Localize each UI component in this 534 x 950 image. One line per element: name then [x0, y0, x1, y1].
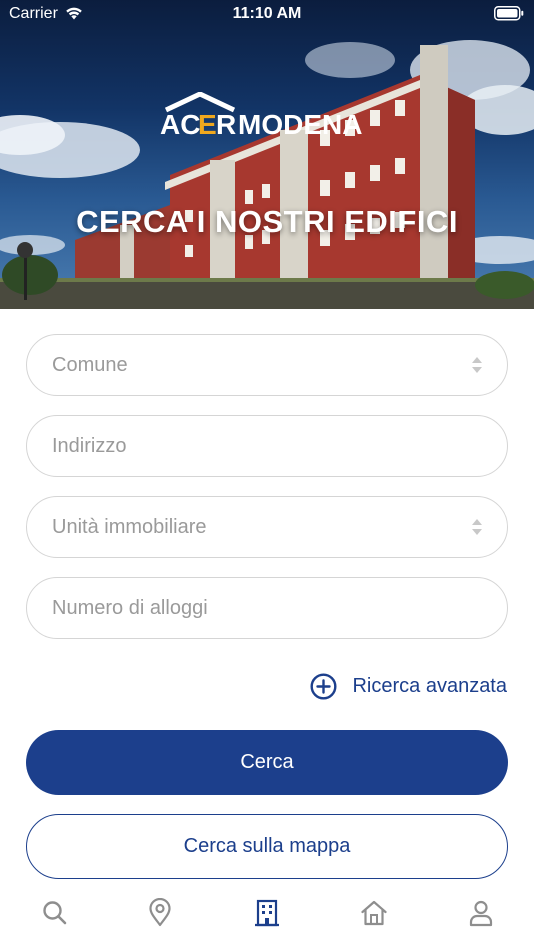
comune-select[interactable]: Comune: [26, 334, 508, 396]
updown-chevron-icon: [472, 519, 482, 535]
comune-placeholder: Comune: [52, 354, 128, 376]
tab-map[interactable]: [145, 897, 175, 928]
hero-banner: Carrier 11:10 AM AC E R MODENA CERCA I N…: [0, 0, 534, 309]
tab-home[interactable]: [359, 898, 389, 928]
unita-immobiliare-select[interactable]: Unità immobiliare: [26, 496, 508, 558]
location-pin-icon: [149, 897, 171, 927]
user-icon: [469, 900, 493, 927]
tab-buildings[interactable]: [252, 898, 282, 928]
tab-bar: [0, 880, 534, 950]
building-photo: [0, 40, 534, 309]
home-icon: [361, 900, 387, 926]
numero-alloggi-input[interactable]: Numero di alloggi: [26, 577, 508, 639]
status-time: 11:10 AM: [232, 5, 302, 22]
status-bar: Carrier 11:10 AM: [0, 0, 534, 28]
svg-text:R: R: [216, 109, 236, 138]
advanced-search-link[interactable]: Ricerca avanzata: [310, 672, 507, 700]
building-icon: [255, 899, 279, 927]
search-button[interactable]: Cerca: [26, 730, 508, 795]
advanced-search-label: Ricerca avanzata: [352, 674, 507, 697]
svg-text:E: E: [198, 109, 217, 138]
page-title: CERCA I NOSTRI EDIFICI: [76, 204, 458, 239]
battery-icon: [494, 6, 524, 26]
acer-modena-logo: AC E R MODENA: [0, 92, 534, 143]
svg-text:AC: AC: [160, 109, 200, 138]
indirizzo-input[interactable]: Indirizzo: [26, 415, 508, 477]
svg-text:MODENA: MODENA: [238, 109, 362, 138]
tab-search[interactable]: [40, 898, 70, 928]
tab-profile[interactable]: [466, 898, 496, 928]
unita-placeholder: Unità immobiliare: [52, 516, 207, 538]
search-icon: [43, 901, 67, 925]
plus-circle-icon: [310, 672, 337, 700]
alloggi-placeholder: Numero di alloggi: [52, 597, 208, 619]
search-map-button[interactable]: Cerca sulla mappa: [26, 814, 508, 879]
updown-chevron-icon: [472, 357, 482, 373]
indirizzo-placeholder: Indirizzo: [52, 435, 127, 457]
